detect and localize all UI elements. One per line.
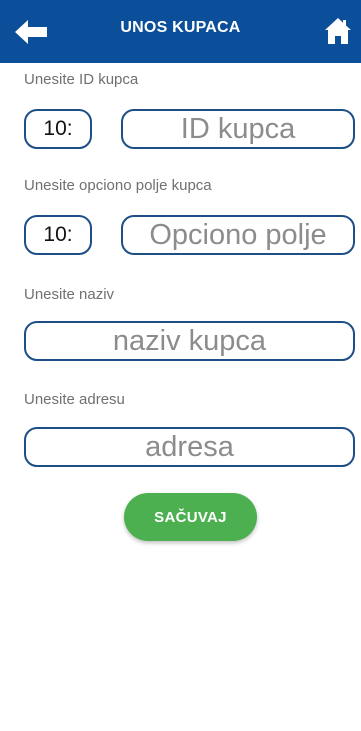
app-header: UNOS KUPACA (0, 0, 361, 63)
address-label: Unesite adresu (24, 391, 125, 408)
name-input[interactable] (26, 323, 353, 359)
id-prefix-field[interactable]: 10: (24, 109, 92, 149)
home-button[interactable] (321, 14, 355, 48)
home-icon (325, 18, 351, 44)
optional-input[interactable] (123, 217, 353, 253)
id-prefix-value: 10: (43, 117, 73, 140)
name-input-wrapper[interactable] (24, 321, 355, 361)
optional-label: Unesite opciono polje kupca (24, 177, 212, 194)
id-label: Unesite ID kupca (24, 71, 139, 88)
optional-input-wrapper[interactable] (121, 215, 355, 255)
page-title: UNOS KUPACA (120, 19, 241, 36)
id-input-wrapper[interactable] (121, 109, 355, 149)
name-label: Unesite naziv (24, 286, 115, 303)
address-input-wrapper[interactable] (24, 427, 355, 467)
optional-prefix-field[interactable]: 10: (24, 215, 92, 255)
optional-prefix-value: 10: (43, 223, 73, 246)
save-button[interactable]: SAČUVAJ (124, 493, 257, 541)
id-input[interactable] (123, 111, 353, 147)
address-input[interactable] (26, 429, 353, 465)
